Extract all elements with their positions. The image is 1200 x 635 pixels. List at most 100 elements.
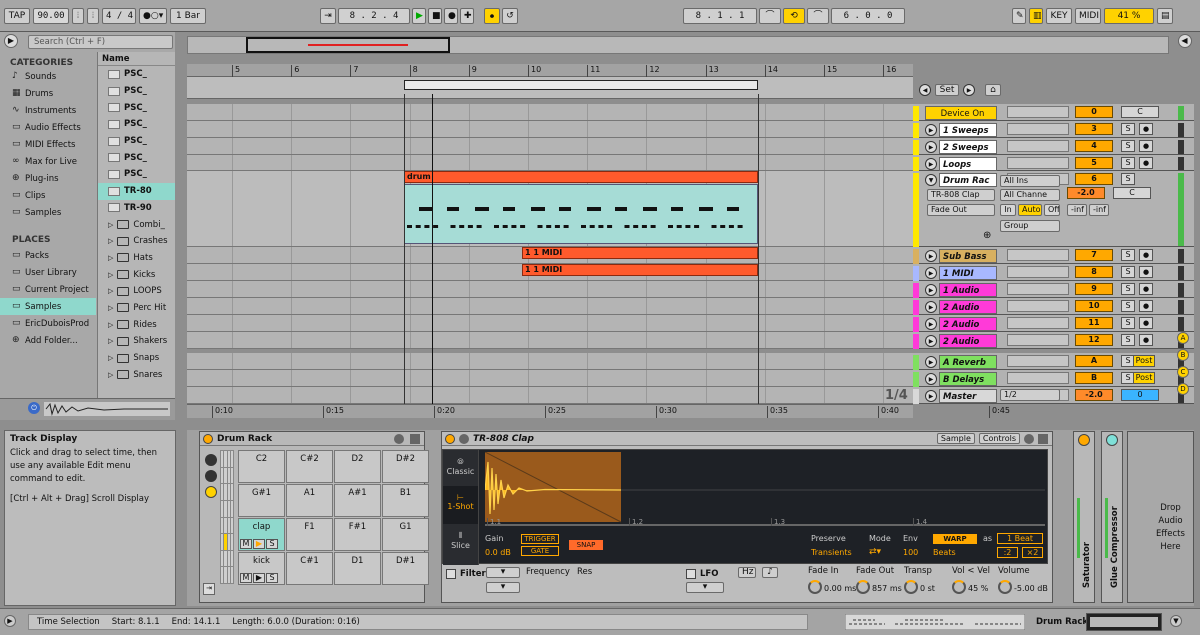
sample-display[interactable]: ⦾ Classic ⊢ 1-Shot ⦀ Slice 1.1 1.2 1.3 1.4 Gai… xyxy=(442,449,1048,565)
draw-mode-icon[interactable]: ✎ xyxy=(1012,8,1026,24)
track-header[interactable]: ▶ Sub Bass 7 S ● xyxy=(913,247,1194,264)
off-button[interactable]: Off xyxy=(1044,204,1060,216)
pad-mute-button[interactable]: M xyxy=(240,539,252,549)
arrangement-position[interactable]: 8 . 2 . 4 xyxy=(338,8,410,24)
folder-item[interactable]: ▷ LOOPS xyxy=(98,283,175,300)
beat-length-field[interactable]: 1 Beat xyxy=(997,533,1043,544)
solo-button[interactable]: S xyxy=(1121,334,1135,346)
device-on-icon[interactable] xyxy=(445,433,455,444)
drum-pad[interactable]: D1 xyxy=(334,552,381,585)
browser-toggle-icon[interactable]: ▶ xyxy=(4,34,18,48)
drum-pad[interactable]: D#1 xyxy=(382,552,429,585)
file-item[interactable]: PSC_ xyxy=(98,99,175,116)
folder-item[interactable]: ▷ Crashes xyxy=(98,233,175,250)
mode-oneshot[interactable]: ⊢ 1-Shot xyxy=(443,486,478,524)
key-map-button[interactable]: KEY xyxy=(1046,8,1072,24)
quantization-select[interactable]: 1 Bar xyxy=(170,8,206,24)
track-activator[interactable]: 7 xyxy=(1075,249,1113,261)
device-on-icon[interactable] xyxy=(203,433,213,444)
track-name-box[interactable]: ▶ 1 Audio xyxy=(925,283,997,297)
transp-knob[interactable] xyxy=(904,580,918,594)
folder-item[interactable]: ▷ Snaps xyxy=(98,350,175,367)
fold-icon[interactable]: ▼ xyxy=(925,174,937,186)
drum-pad[interactable]: D#2 xyxy=(382,450,429,483)
fold-icon[interactable]: ▶ xyxy=(925,250,937,262)
pad-overview[interactable] xyxy=(220,450,234,584)
arm-icon[interactable]: ● xyxy=(1139,317,1153,329)
midi-map-button[interactable]: MIDI xyxy=(1075,8,1101,24)
gate-button[interactable]: GATE xyxy=(521,546,559,556)
track-activator[interactable]: 0 xyxy=(1075,106,1113,118)
drum-pad[interactable]: C#1 xyxy=(286,552,333,585)
double-button[interactable]: ×2 xyxy=(1022,547,1043,558)
side-toggle-button[interactable]: C xyxy=(1177,366,1189,378)
tab-controls[interactable]: Controls xyxy=(978,433,1020,444)
category-item[interactable]: ▭ Samples xyxy=(0,204,96,221)
drum-pad[interactable]: C#2 xyxy=(286,450,333,483)
category-item[interactable]: ▭ Audio Effects xyxy=(0,119,96,136)
track-header[interactable]: ▶ 2 Audio 10 S ● xyxy=(913,298,1194,315)
loop-brace[interactable] xyxy=(404,80,758,90)
track-header[interactable]: ▶ 2 Audio 12 S ● xyxy=(913,332,1194,349)
hot-swap-icon[interactable] xyxy=(394,433,404,444)
tab-sample[interactable]: Sample xyxy=(936,433,975,444)
track-name-box[interactable]: ▶ Master xyxy=(925,389,997,403)
file-item[interactable]: PSC_ xyxy=(98,149,175,166)
file-item[interactable]: PSC_ xyxy=(98,66,175,83)
side-toggle-button[interactable]: D xyxy=(1177,383,1189,395)
drum-input-select[interactable]: All Ins xyxy=(1000,175,1060,187)
nudge-icon[interactable]: ⦙ xyxy=(72,8,84,24)
track-activator[interactable]: 4 xyxy=(1075,140,1113,152)
arm-icon[interactable]: ● xyxy=(1139,334,1153,346)
gain-value[interactable]: 0.0 dB xyxy=(485,548,511,557)
metronome-icon[interactable]: ●○▾ xyxy=(139,8,167,24)
track-activator[interactable]: 6 xyxy=(1075,173,1113,185)
track-lane[interactable] xyxy=(187,353,913,370)
track-name-box[interactable]: ▶ 2 Audio xyxy=(925,334,997,348)
punch-out-icon[interactable]: ⌒ xyxy=(807,8,829,24)
track-lane[interactable] xyxy=(187,155,913,171)
mode-classic[interactable]: ⦾ Classic xyxy=(443,450,478,486)
post-button[interactable]: Post xyxy=(1133,355,1155,367)
track-name-box[interactable]: ▶ 2 Sweeps xyxy=(925,140,997,154)
category-item[interactable]: ▭ Clips xyxy=(0,187,96,204)
track-name-box[interactable]: ▶ B Delays xyxy=(925,372,997,386)
nudge-icon[interactable]: ⦙ xyxy=(87,8,99,24)
pad-play-icon[interactable]: ▶ xyxy=(253,573,265,583)
midi-clip-1[interactable]: 1 1 MIDI xyxy=(522,247,758,259)
track-lane[interactable] xyxy=(187,370,913,387)
track-activator[interactable]: 9 xyxy=(1075,283,1113,295)
file-item[interactable]: PSC_ xyxy=(98,83,175,100)
track-header[interactable]: ▶ 1 MIDI 8 S ● xyxy=(913,264,1194,281)
clip-overview[interactable] xyxy=(845,614,1025,630)
tap-button[interactable]: TAP xyxy=(4,8,30,24)
trigger-button[interactable]: TRIGGER xyxy=(521,534,559,544)
play-icon[interactable]: ▶ xyxy=(412,8,426,24)
auto-button[interactable]: Auto xyxy=(1018,204,1042,216)
volume-knob[interactable] xyxy=(998,580,1012,594)
warp-mode-select[interactable]: Beats xyxy=(933,548,956,557)
snap-button[interactable]: SNAP xyxy=(569,540,603,550)
drum-pad[interactable]: F1 xyxy=(286,518,333,551)
macro-icon[interactable] xyxy=(205,470,217,482)
solo-button[interactable]: S xyxy=(1121,249,1135,261)
preview-icon[interactable]: ⏻ xyxy=(28,402,40,414)
filter-type-select[interactable]: ▾ xyxy=(486,567,520,578)
file-item[interactable]: PSC_ xyxy=(98,116,175,133)
side-toggle-button[interactable]: B xyxy=(1177,349,1189,361)
place-item[interactable]: ▭ Current Project xyxy=(0,281,96,298)
track-activator[interactable]: -2.0 xyxy=(1075,389,1113,401)
solo-button[interactable]: S xyxy=(1121,173,1135,185)
signature-field[interactable]: 4 / 4 xyxy=(102,8,136,24)
view-switch-icon[interactable]: ◀ xyxy=(1175,32,1194,72)
note-sync-button[interactable]: ♪ xyxy=(762,567,778,578)
track-lane[interactable] xyxy=(187,104,913,121)
expand-lanes-icon[interactable]: ⊕ xyxy=(983,230,991,241)
fold-icon[interactable]: ▶ xyxy=(925,356,937,368)
track-name-box[interactable]: ▼ Drum Rac xyxy=(925,173,997,187)
next-locator-icon[interactable]: ▶ xyxy=(963,84,975,96)
drum-chain-select[interactable]: TR-808 Clap xyxy=(927,189,995,201)
fold-icon[interactable]: ▶ xyxy=(925,373,937,385)
track-lane[interactable] xyxy=(187,121,913,138)
track-header[interactable]: Device On 0 C xyxy=(913,104,1194,121)
